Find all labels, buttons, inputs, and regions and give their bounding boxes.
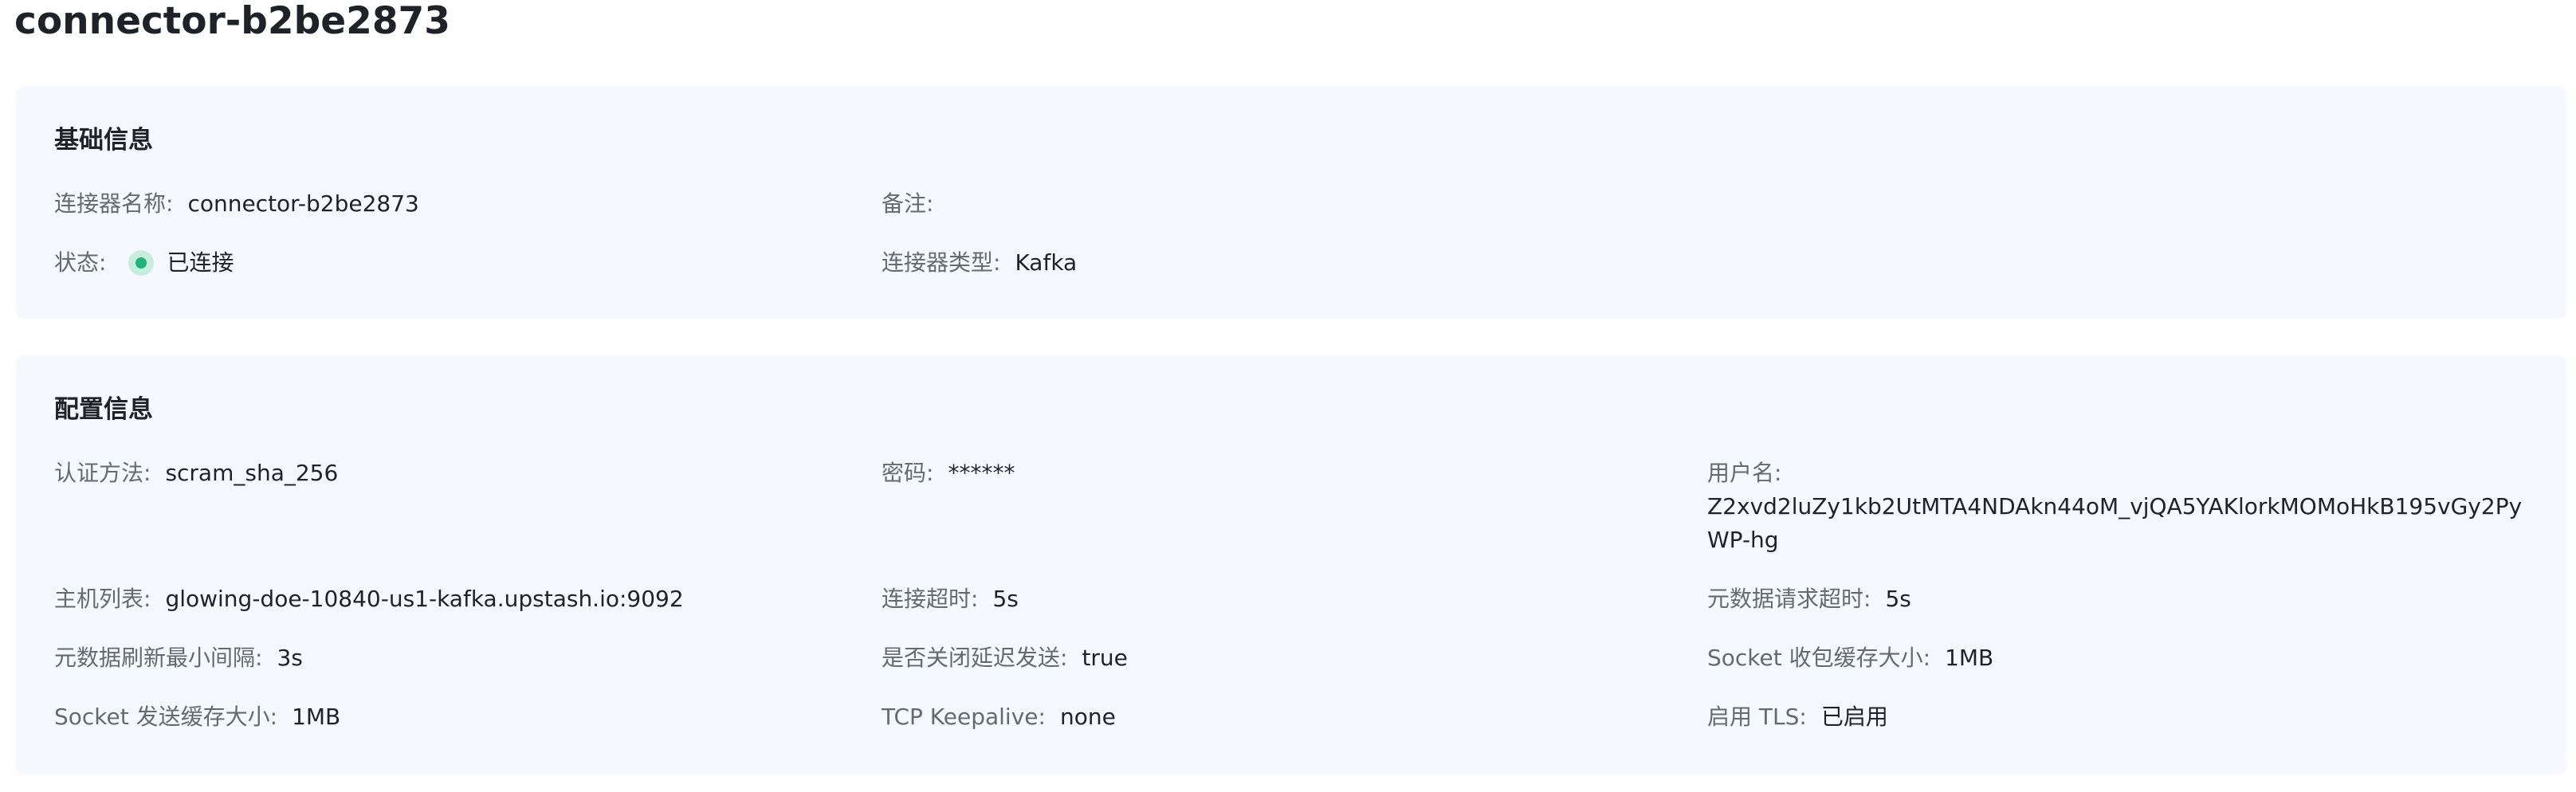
metadata-request-timeout-field: 元数据请求超时: 5s <box>1707 582 1911 616</box>
connector-type-label: 连接器类型: <box>882 249 1001 276</box>
status-field: 状态: 已连接 <box>54 246 234 280</box>
connector-name-value: connector-b2be2873 <box>187 190 419 217</box>
status-value: 已连接 <box>167 249 234 276</box>
basic-info-title: 基础信息 <box>54 126 153 155</box>
connect-timeout-value: 5s <box>992 586 1019 612</box>
connector-type-value: Kafka <box>1015 249 1078 276</box>
tcp-keepalive-value: none <box>1059 704 1116 730</box>
metadata-refresh-interval-value: 3s <box>277 645 303 671</box>
enable-tls-label: 启用 TLS: <box>1707 704 1807 730</box>
host-list-label: 主机列表: <box>54 586 151 612</box>
connector-type-field: 连接器类型: Kafka <box>882 246 1077 280</box>
socket-recv-buffer-field: Socket 收包缓存大小: 1MB <box>1707 641 1993 675</box>
host-list-field: 主机列表: glowing-doe-10840-us1-kafka.upstas… <box>54 582 684 616</box>
socket-recv-buffer-label: Socket 收包缓存大小: <box>1707 645 1931 671</box>
status-label: 状态: <box>54 249 107 276</box>
page-title: connector-b2be2873 <box>14 0 450 43</box>
username-label: 用户名: <box>1707 460 1782 486</box>
password-label: 密码: <box>882 460 934 486</box>
metadata-refresh-interval-label: 元数据刷新最小间隔: <box>54 645 263 671</box>
socket-send-buffer-value: 1MB <box>292 704 341 730</box>
basic-info-panel: 基础信息 连接器名称: connector-b2be2873 备注: 状态: 已… <box>16 86 2566 319</box>
disable-nagle-value: true <box>1082 645 1128 671</box>
socket-send-buffer-label: Socket 发送缓存大小: <box>54 704 278 730</box>
socket-send-buffer-field: Socket 发送缓存大小: 1MB <box>54 700 340 734</box>
remark-field: 备注: <box>882 187 948 221</box>
auth-method-value: scram_sha_256 <box>165 460 339 486</box>
tcp-keepalive-label: TCP Keepalive: <box>882 704 1046 730</box>
disable-nagle-field: 是否关闭延迟发送: true <box>882 641 1128 675</box>
auth-method-label: 认证方法: <box>54 460 151 486</box>
disable-nagle-label: 是否关闭延迟发送: <box>882 645 1068 671</box>
config-info-panel: 配置信息 认证方法: scram_sha_256 密码: ****** 用户名:… <box>16 355 2566 774</box>
status-connected-icon <box>128 250 155 276</box>
metadata-request-timeout-label: 元数据请求超时: <box>1707 586 1871 612</box>
connector-name-field: 连接器名称: connector-b2be2873 <box>54 187 419 221</box>
enable-tls-field: 启用 TLS: 已启用 <box>1707 700 1888 734</box>
remark-label: 备注: <box>882 190 934 217</box>
tcp-keepalive-field: TCP Keepalive: none <box>882 700 1116 734</box>
password-field: 密码: ****** <box>882 457 1015 490</box>
metadata-refresh-interval-field: 元数据刷新最小间隔: 3s <box>54 641 303 675</box>
connect-timeout-label: 连接超时: <box>882 586 979 612</box>
connector-name-label: 连接器名称: <box>54 190 174 217</box>
password-value: ****** <box>948 460 1015 486</box>
host-list-value: glowing-doe-10840-us1-kafka.upstash.io:9… <box>165 586 684 612</box>
socket-recv-buffer-value: 1MB <box>1945 645 1994 671</box>
username-value: Z2xvd2luZy1kb2UtMTA4NDAkn44oM_vjQA5YAKlo… <box>1707 493 2523 553</box>
enable-tls-value: 已启用 <box>1820 704 1888 730</box>
connect-timeout-field: 连接超时: 5s <box>882 582 1019 616</box>
config-info-title: 配置信息 <box>54 395 153 424</box>
username-field: 用户名: Z2xvd2luZy1kb2UtMTA4NDAkn44oM_vjQA5… <box>1707 457 2536 557</box>
auth-method-field: 认证方法: scram_sha_256 <box>54 457 338 490</box>
metadata-request-timeout-value: 5s <box>1885 586 1911 612</box>
